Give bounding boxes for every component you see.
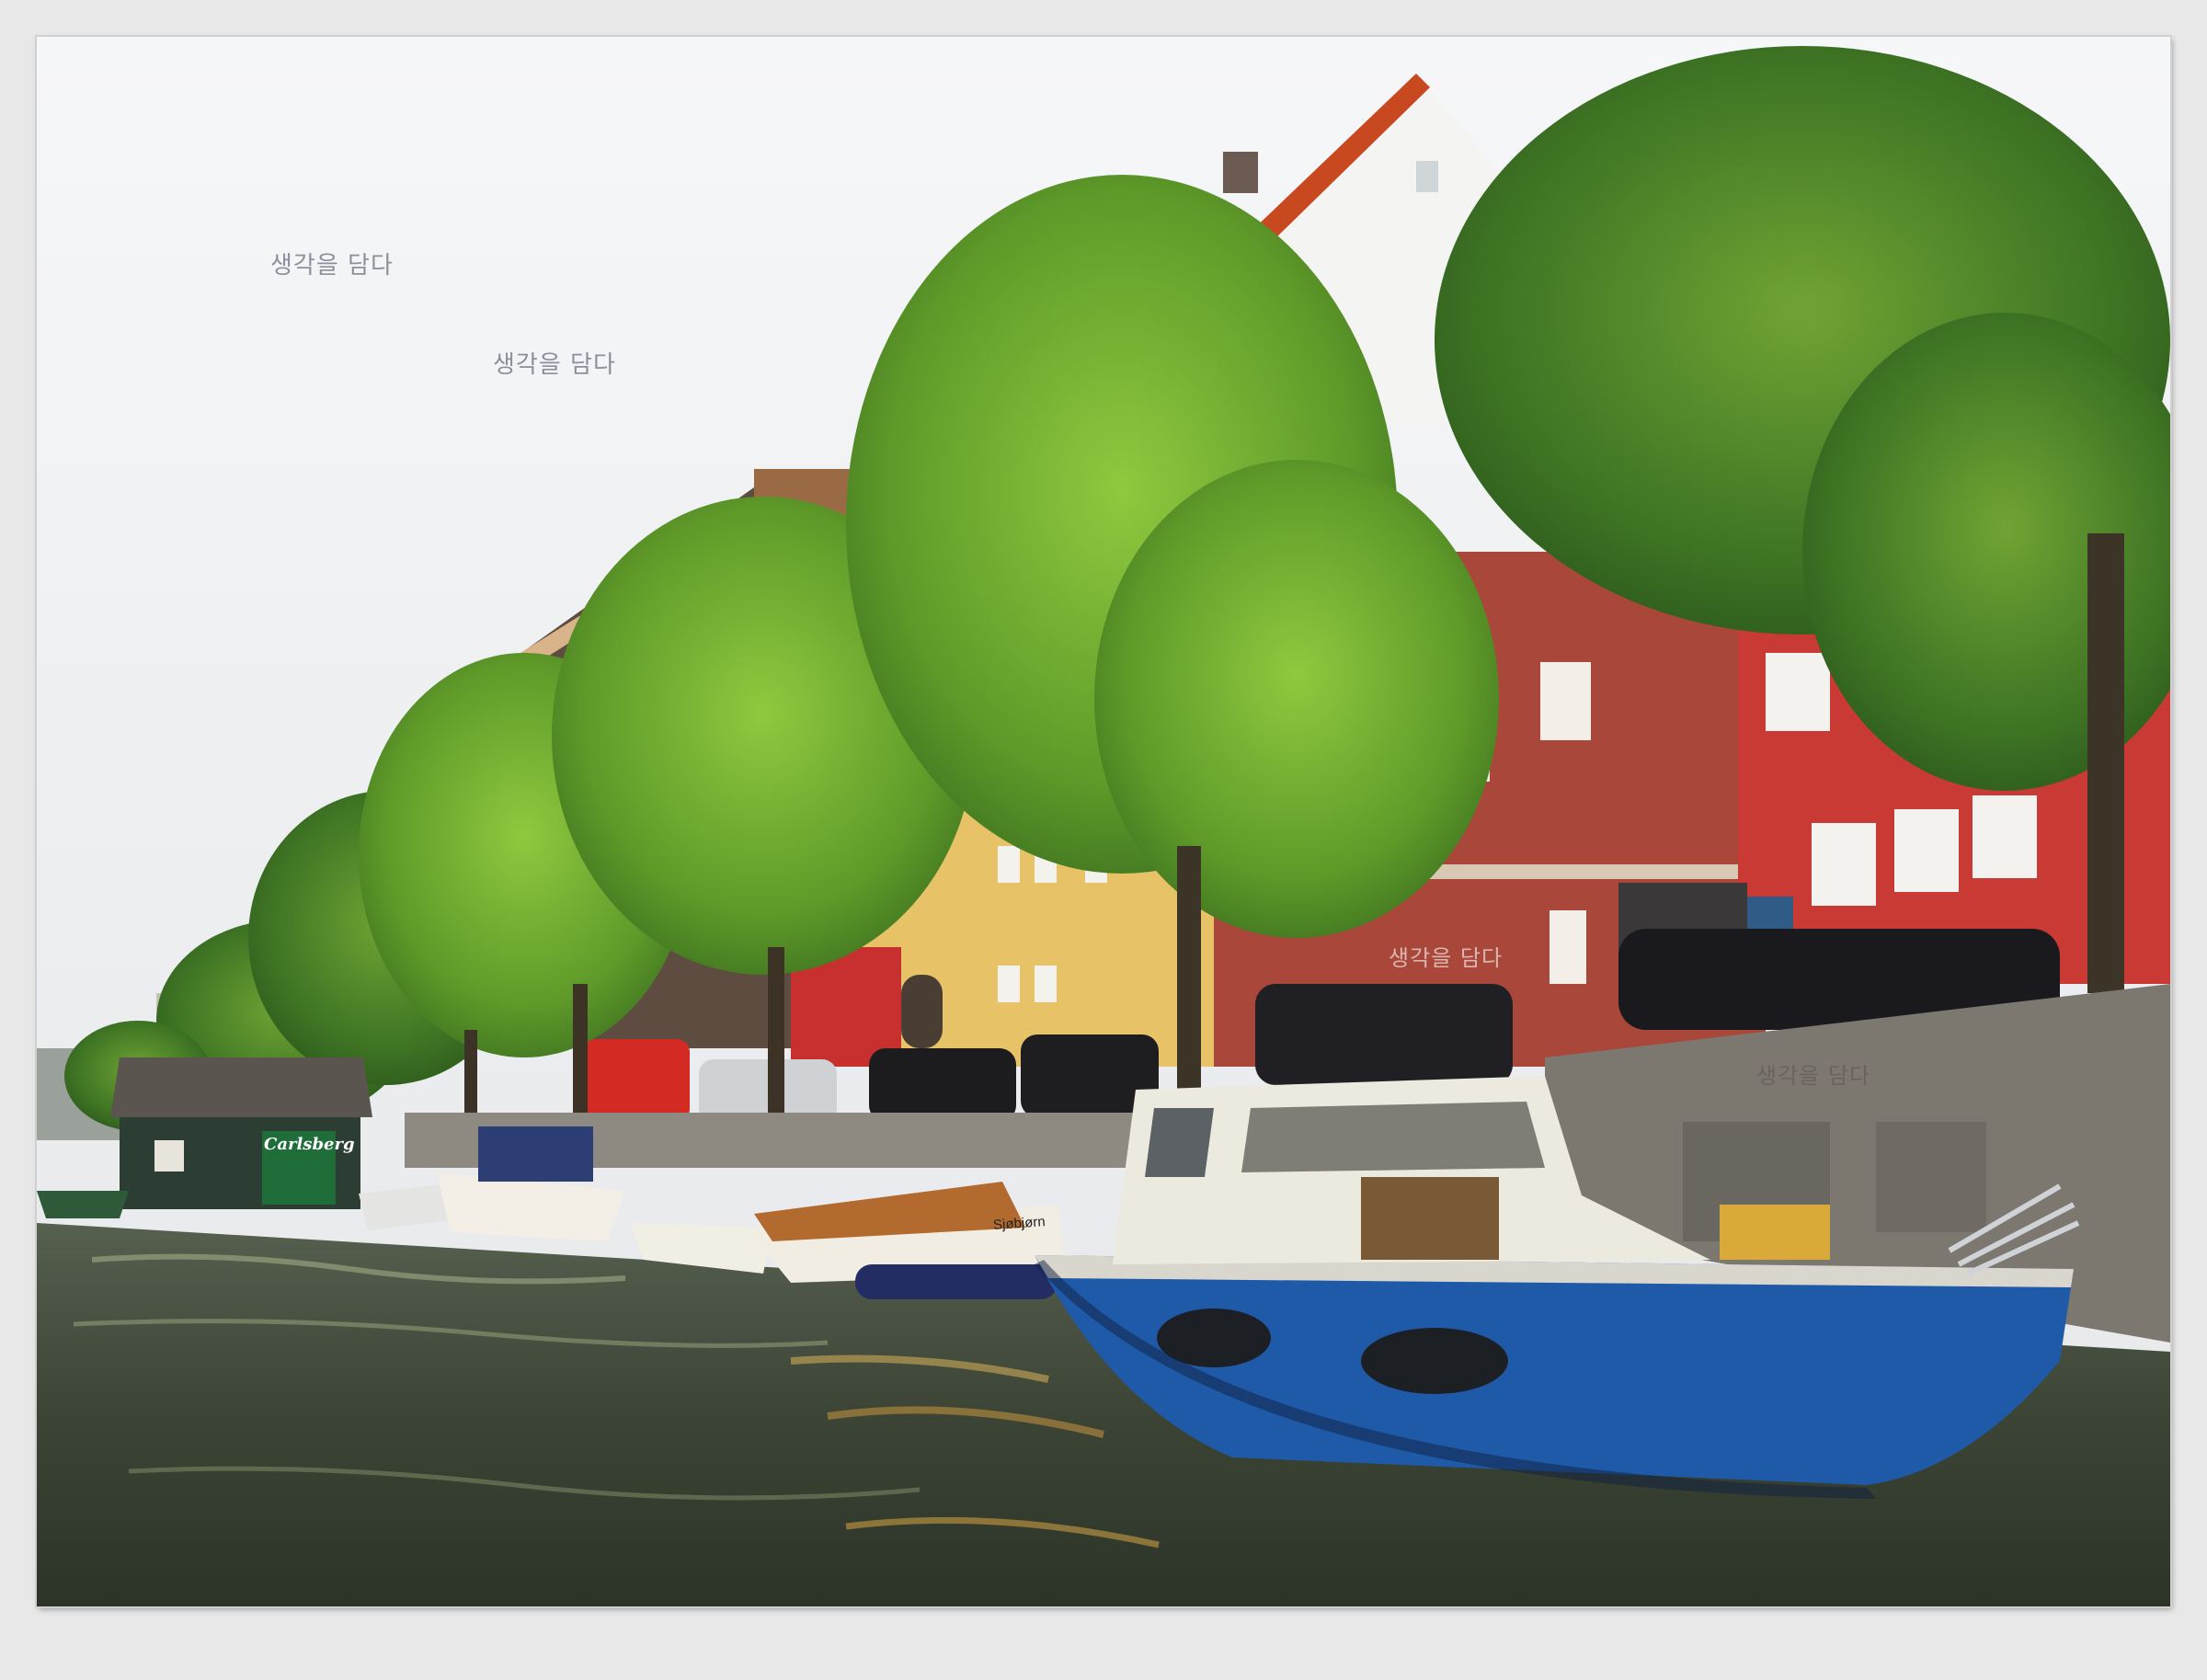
canal-photograph: 생각을 담다 생각을 담다 생각을 담다 생각을 담다 Carlsberg Sj… <box>37 37 2170 1606</box>
watermark-text: 생각을 담다 <box>1756 1063 1871 1089</box>
watermark-text: 생각을 담다 <box>493 351 616 379</box>
watermark-text: 생각을 담다 <box>1389 945 1504 971</box>
photo-frame: 생각을 담다 생각을 담다 생각을 담다 생각을 담다 Carlsberg Sj… <box>0 0 2207 1680</box>
watermark-text: 생각을 담다 <box>270 252 394 280</box>
carlsberg-sign: Carlsberg <box>264 1135 355 1154</box>
carlsberg-boathouse <box>110 1057 372 1209</box>
